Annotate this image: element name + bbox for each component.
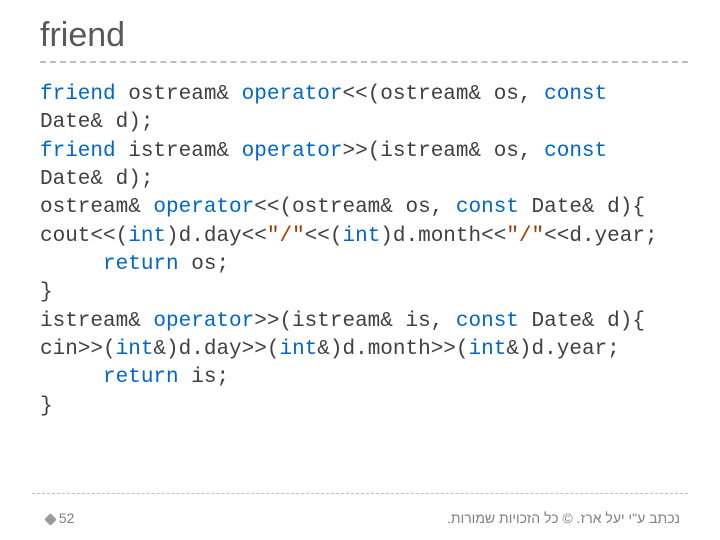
footer: 52 נכתב ע"י יעל ארז. © כל הזכויות שמורות…: [40, 510, 680, 526]
bullet-icon: [44, 513, 57, 526]
kw-int: int: [279, 338, 317, 361]
kw-int: int: [128, 225, 166, 248]
kw-friend: friend: [40, 83, 116, 106]
code-text: [40, 366, 103, 389]
code-text: &)d.month>>(: [317, 338, 468, 361]
code-text: }: [40, 281, 53, 304]
code-text: Date& d){: [519, 196, 645, 219]
code-text: <<d.year;: [544, 225, 657, 248]
str-slash: "/": [506, 225, 544, 248]
kw-int: int: [469, 338, 507, 361]
code-text: istream&: [116, 140, 242, 163]
code-text: os;: [179, 253, 229, 276]
kw-return: return: [103, 366, 179, 389]
kw-const: const: [456, 310, 519, 333]
kw-const: const: [456, 196, 519, 219]
str-slash: "/": [267, 225, 305, 248]
slide-title: friend: [40, 16, 688, 55]
code-text: )d.day<<: [166, 225, 267, 248]
footer-divider: [32, 493, 688, 494]
kw-operator: operator: [242, 83, 343, 106]
kw-const: const: [544, 83, 607, 106]
kw-operator: operator: [153, 196, 254, 219]
code-text: }: [40, 395, 53, 418]
code-text: &)d.year;: [506, 338, 619, 361]
code-text: <<(ostream& os,: [342, 83, 544, 106]
kw-const: const: [544, 140, 607, 163]
kw-friend: friend: [40, 140, 116, 163]
code-text: Date& d){: [519, 310, 645, 333]
kw-int: int: [116, 338, 154, 361]
code-text: cin>>(: [40, 338, 116, 361]
code-text: Date& d);: [40, 168, 153, 191]
code-text: is;: [179, 366, 229, 389]
code-text: Date& d);: [40, 111, 153, 134]
code-text: )d.month<<: [380, 225, 506, 248]
code-text: [40, 253, 103, 276]
code-block: friend ostream& operator<<(ostream& os, …: [40, 81, 688, 421]
code-text: >>(istream& is,: [254, 310, 456, 333]
kw-int: int: [342, 225, 380, 248]
kw-return: return: [103, 253, 179, 276]
code-text: istream&: [40, 310, 153, 333]
code-text: &)d.day>>(: [153, 338, 279, 361]
code-text: cout<<(: [40, 225, 128, 248]
kw-operator: operator: [153, 310, 254, 333]
code-text: >>(istream& os,: [342, 140, 544, 163]
page-number-text: 52: [59, 510, 75, 526]
footer-credit: נכתב ע"י יעל ארז. © כל הזכויות שמורות.: [447, 510, 680, 526]
code-text: <<(: [305, 225, 343, 248]
title-divider: [40, 61, 688, 63]
code-text: ostream&: [116, 83, 242, 106]
code-text: <<(ostream& os,: [254, 196, 456, 219]
kw-operator: operator: [242, 140, 343, 163]
page-number: 52: [40, 510, 74, 526]
slide: friend friend ostream& operator<<(ostrea…: [0, 0, 720, 540]
code-text: ostream&: [40, 196, 153, 219]
